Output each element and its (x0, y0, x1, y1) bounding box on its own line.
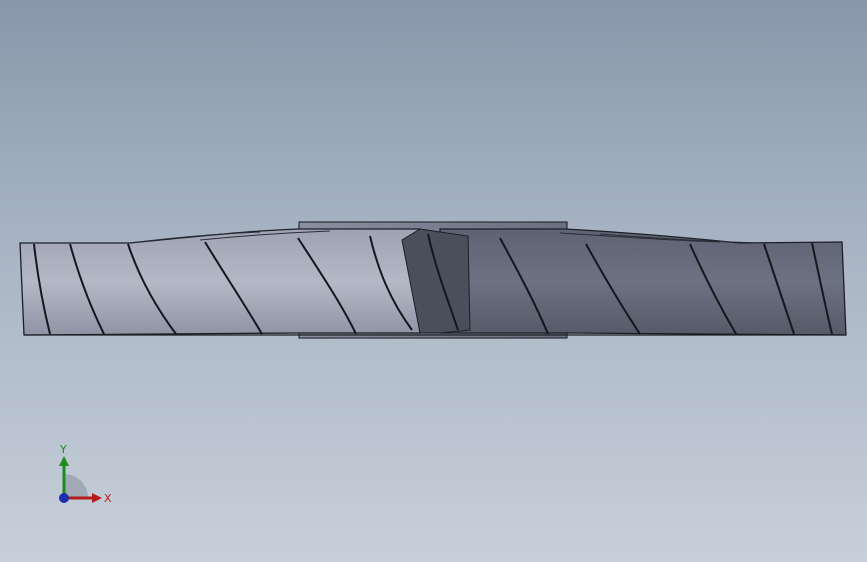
blade-band-left (19, 228, 421, 336)
y-axis-arrow-icon (59, 456, 69, 466)
coordinate-triad: Y X (59, 443, 112, 505)
blade-band-right (439, 228, 847, 336)
x-axis-label: X (104, 492, 112, 505)
z-axis-origin-icon (59, 493, 69, 503)
impeller-model[interactable] (0, 0, 867, 562)
graphics-viewport[interactable]: Y X (0, 0, 867, 562)
triad-plane-disk (64, 474, 88, 498)
x-axis-arrow-icon (92, 493, 102, 503)
y-axis-label: Y (59, 443, 67, 456)
